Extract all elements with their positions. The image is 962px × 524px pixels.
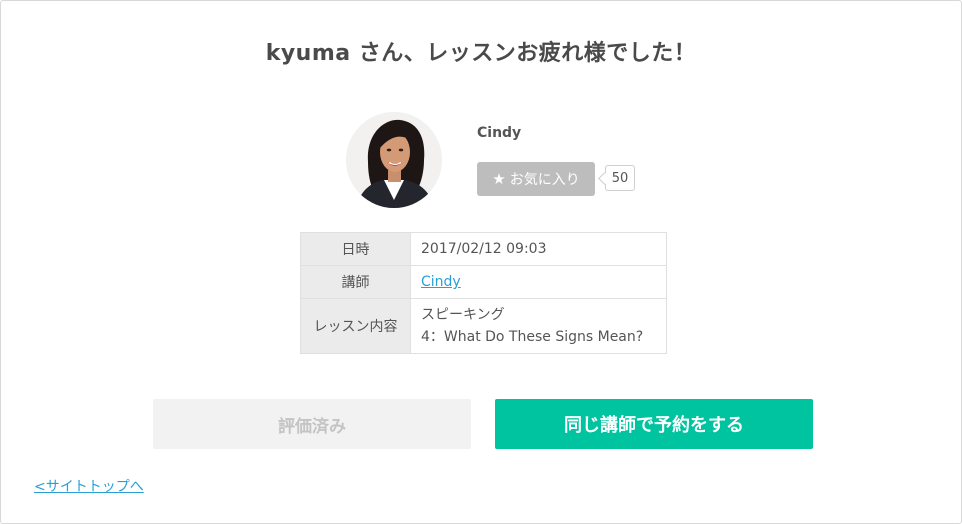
- row-value-datetime: 2017/02/12 09:03: [410, 232, 667, 266]
- row-value-teacher: Cindy: [410, 265, 667, 299]
- back-to-top-link[interactable]: <サイトトップへ: [34, 476, 144, 496]
- favorite-count: 50: [605, 165, 635, 191]
- page-title: kyuma さん、レッスンお疲れ様でした！: [265, 41, 697, 66]
- row-value-content: スピーキング 4：What Do These Signs Mean?: [410, 298, 667, 354]
- favorite-label: お気に入り: [509, 172, 580, 188]
- row-label-datetime: 日時: [300, 232, 411, 266]
- favorite-button[interactable]: ★ お気に入り: [477, 162, 595, 196]
- teacher-photo: [346, 112, 442, 208]
- row-label-teacher: 講師: [300, 265, 411, 299]
- lesson-topic: 4：What Do These Signs Mean?: [421, 329, 644, 345]
- row-label-content: レッスン内容: [300, 298, 411, 354]
- rated-button: 評価済み: [153, 399, 471, 449]
- star-icon: ★: [492, 169, 506, 188]
- lesson-complete-panel: kyuma さん、レッスンお疲れ様でした！ Cindy ★ お気に入り 50 日…: [0, 0, 962, 524]
- book-same-teacher-button[interactable]: 同じ講師で予約をする: [495, 399, 813, 449]
- lesson-type: スピーキング: [421, 307, 505, 323]
- teacher-name: Cindy: [477, 125, 522, 141]
- table-row: 講師 Cindy: [300, 265, 667, 299]
- lesson-info-table: 日時 2017/02/12 09:03 講師 Cindy レッスン内容 スピーキ…: [300, 232, 667, 354]
- teacher-avatar: [346, 112, 442, 208]
- teacher-link[interactable]: Cindy: [421, 274, 461, 290]
- table-row: 日時 2017/02/12 09:03: [300, 232, 667, 266]
- table-row: レッスン内容 スピーキング 4：What Do These Signs Mean…: [300, 298, 667, 354]
